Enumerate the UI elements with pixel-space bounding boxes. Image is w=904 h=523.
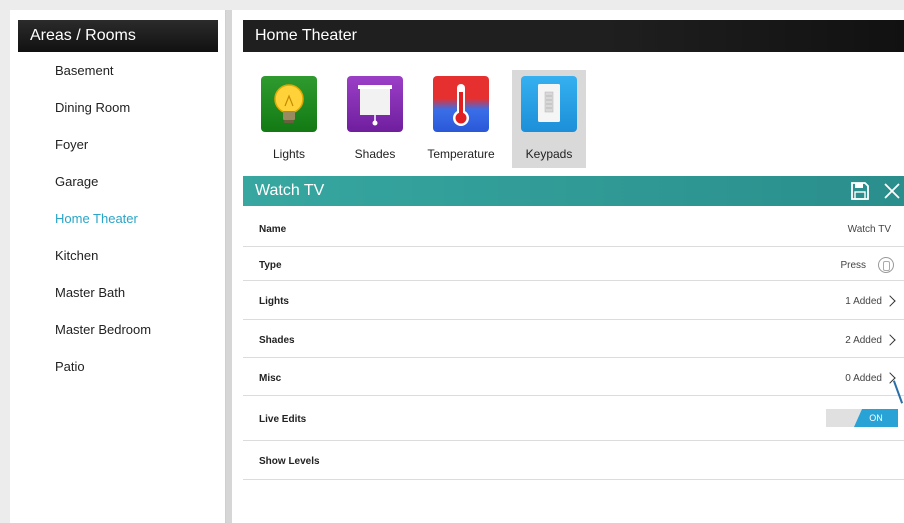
- chevron-right-icon: [884, 334, 896, 346]
- setting-row-live-edits: Live Edits ON: [243, 396, 904, 441]
- toggle-on-label: ON: [854, 409, 898, 427]
- setting-row-shades[interactable]: Shades 2 Added: [243, 320, 904, 358]
- setting-label-live-edits: Live Edits: [259, 414, 307, 425]
- scene-title: Watch TV: [255, 182, 325, 199]
- room-list: Basement Dining Room Foyer Garage Home T…: [10, 57, 225, 390]
- device-keypads-label: Keypads: [525, 147, 573, 161]
- save-icon[interactable]: [850, 181, 870, 201]
- room-item-master-bedroom[interactable]: Master Bedroom: [10, 316, 225, 353]
- setting-row-misc[interactable]: Misc 0 Added: [243, 358, 904, 396]
- setting-label-type: Type: [259, 260, 282, 271]
- setting-row-type[interactable]: Type Press: [243, 247, 904, 281]
- room-item-garage[interactable]: Garage: [10, 168, 225, 205]
- setting-value-name: Watch TV: [847, 224, 891, 235]
- device-temperature-button[interactable]: Temperature: [424, 70, 498, 168]
- setting-row-show-levels[interactable]: Show Levels: [243, 441, 904, 480]
- setting-value-misc: 0 Added: [845, 373, 882, 384]
- setting-row-lights[interactable]: Lights 1 Added: [243, 281, 904, 320]
- scene-header: Watch TV: [243, 176, 904, 206]
- areas-header: Areas / Rooms: [18, 20, 218, 52]
- room-title: Home Theater: [243, 20, 904, 52]
- chevron-right-icon: [884, 295, 896, 307]
- setting-label-lights: Lights: [259, 296, 289, 307]
- setting-value-shades: 2 Added: [845, 335, 882, 346]
- setting-label-misc: Misc: [259, 373, 282, 384]
- close-icon[interactable]: [882, 181, 902, 201]
- areas-panel: Areas / Rooms Basement Dining Room Foyer…: [10, 10, 226, 523]
- setting-value-lights: 1 Added: [845, 296, 882, 307]
- device-temperature-label: Temperature: [427, 147, 495, 161]
- room-item-home-theater[interactable]: Home Theater: [10, 205, 225, 242]
- info-icon[interactable]: [878, 257, 894, 273]
- device-shades-label: Shades: [354, 147, 396, 161]
- setting-label-shades: Shades: [259, 335, 295, 346]
- device-lights-button[interactable]: Lights: [252, 70, 326, 168]
- setting-label-name: Name: [259, 224, 287, 235]
- setting-row-name[interactable]: Name Watch TV: [243, 209, 904, 247]
- setting-label-show-levels: Show Levels: [259, 456, 320, 467]
- lightbulb-icon: [261, 76, 317, 132]
- room-item-kitchen[interactable]: Kitchen: [10, 242, 225, 279]
- device-keypads-button[interactable]: Keypads: [512, 70, 586, 168]
- room-item-dining-room[interactable]: Dining Room: [10, 94, 225, 131]
- scene-settings-list: Name Watch TV Type Press Lights 1 Added …: [243, 209, 904, 480]
- keypad-icon: [521, 76, 577, 132]
- room-item-patio[interactable]: Patio: [10, 353, 225, 390]
- shades-icon: [347, 76, 403, 132]
- room-item-basement[interactable]: Basement: [10, 57, 225, 94]
- device-shades-button[interactable]: Shades: [338, 70, 412, 168]
- device-lights-label: Lights: [272, 147, 306, 161]
- room-detail-panel: Home Theater Lights Shades Temperature K…: [232, 10, 904, 523]
- room-item-master-bath[interactable]: Master Bath: [10, 279, 225, 316]
- setting-value-type: Press: [840, 260, 866, 271]
- live-edits-toggle[interactable]: ON: [826, 409, 898, 427]
- thermometer-icon: [433, 76, 489, 132]
- room-item-foyer[interactable]: Foyer: [10, 131, 225, 168]
